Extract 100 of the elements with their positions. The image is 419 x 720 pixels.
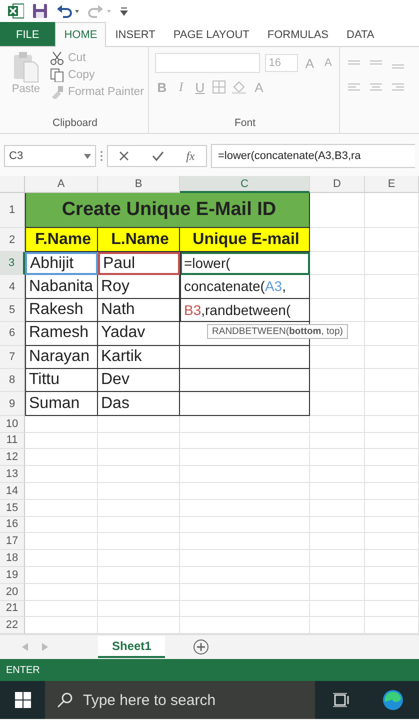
cell-edit-text[interactable]: =lower(	[184, 252, 310, 276]
row-header[interactable]: 7	[0, 346, 25, 369]
table-cell: Abhijit	[25, 252, 98, 276]
empty-cell	[365, 600, 419, 618]
empty-cell	[365, 322, 419, 346]
ribbon-tab[interactable]: FILE	[0, 22, 56, 46]
add-sheet-icon[interactable]	[193, 639, 210, 656]
dropdown-caret-icon[interactable]	[84, 154, 91, 158]
empty-cell	[365, 566, 419, 584]
table-cell: Rakesh	[25, 298, 98, 322]
empty-cell	[310, 466, 365, 483]
row-header[interactable]: 3	[0, 252, 25, 276]
ribbon-tab[interactable]: INSERT	[106, 22, 164, 46]
cell-edit-text[interactable]: concatenate(A3,	[184, 275, 310, 299]
empty-cell	[365, 500, 419, 517]
row-header[interactable]: 12	[0, 449, 25, 466]
column-header[interactable]: C	[180, 176, 310, 193]
row-header[interactable]: 16	[0, 516, 25, 534]
empty-cell	[310, 368, 365, 392]
scissors-icon[interactable]	[50, 51, 64, 65]
row-header[interactable]: 5	[0, 298, 25, 322]
column-header[interactable]: B	[98, 176, 180, 193]
table-cell: Paul	[98, 252, 180, 276]
group-label: Clipboard	[52, 117, 98, 129]
table-cell: Narayan	[25, 346, 98, 369]
row-header[interactable]: 22	[0, 617, 25, 634]
empty-cell	[310, 275, 365, 299]
row-header[interactable]: 21	[0, 600, 25, 618]
insert-function-button[interactable]: fx	[186, 148, 195, 164]
table-cell: Tittu	[25, 368, 98, 392]
windows-start-icon[interactable]	[14, 692, 30, 708]
column-header[interactable]: E	[365, 176, 419, 193]
table-cell: Kartik	[98, 346, 180, 369]
empty-cell	[310, 500, 365, 517]
table-cell: Nath	[98, 298, 180, 322]
row-header[interactable]: 18	[0, 550, 25, 567]
column-header[interactable]: A	[25, 176, 98, 193]
header-cell: F.Name	[25, 228, 98, 252]
taskbar-search-field[interactable]: Type here to search	[45, 681, 315, 720]
undo-icon[interactable]	[56, 4, 80, 18]
empty-cell	[365, 346, 419, 369]
table-cell: Ramesh	[25, 322, 98, 346]
empty-cell	[310, 482, 365, 500]
table-cell: Das	[98, 392, 180, 416]
empty-cell	[310, 600, 365, 618]
empty-cell	[310, 252, 365, 276]
row-header[interactable]: 1	[0, 193, 25, 228]
empty-cell	[365, 432, 419, 450]
font-name-field[interactable]	[155, 53, 260, 73]
empty-cell	[365, 550, 419, 567]
copy-icon[interactable]	[50, 68, 64, 82]
table-cell: Dev	[98, 368, 180, 392]
row-header[interactable]: 17	[0, 533, 25, 550]
empty-cell	[365, 298, 419, 322]
row-header[interactable]: 14	[0, 482, 25, 500]
empty-cell	[310, 550, 365, 567]
row-header[interactable]: 10	[0, 416, 25, 433]
ribbon-tab[interactable]: FORMULAS	[258, 22, 338, 46]
row-header[interactable]: 2	[0, 228, 25, 252]
group-label: Font	[234, 117, 256, 129]
empty-cell	[365, 392, 419, 416]
ribbon-tab[interactable]: DATA	[338, 22, 384, 46]
row-header[interactable]: 19	[0, 566, 25, 584]
customize-menu-icon[interactable]	[120, 6, 128, 16]
task-view-icon[interactable]	[333, 693, 349, 708]
empty-cell	[365, 466, 419, 483]
save-icon[interactable]	[32, 3, 48, 19]
sheet-tab[interactable]: Sheet1	[98, 636, 166, 658]
row-header[interactable]: 11	[0, 432, 25, 450]
row-header[interactable]: 4	[0, 275, 25, 299]
row-header[interactable]: 13	[0, 466, 25, 483]
empty-cell	[365, 416, 419, 433]
status-mode: ENTER	[6, 664, 40, 676]
row-header[interactable]: 8	[0, 368, 25, 392]
ribbon-tab[interactable]: HOME	[55, 22, 106, 47]
header-cell: L.Name	[98, 228, 180, 252]
formula-field[interactable]: =lower(concatenate(A3,B3,ra	[211, 144, 415, 168]
empty-cell	[310, 392, 365, 416]
empty-cell	[365, 449, 419, 466]
table-cell: Yadav	[98, 322, 180, 346]
cancel-icon[interactable]	[119, 151, 130, 161]
empty-cell	[365, 193, 419, 228]
header-cell: Unique E-mail	[180, 228, 310, 252]
check-icon[interactable]	[152, 151, 164, 161]
title-cell: Create Unique E-Mail ID	[25, 193, 310, 228]
table-cell: Roy	[98, 275, 180, 299]
grip-dots-icon	[100, 150, 103, 162]
row-header[interactable]: 20	[0, 584, 25, 600]
empty-cell	[365, 533, 419, 550]
ribbon-tab[interactable]: PAGE LAYOUT	[164, 22, 258, 46]
row-header[interactable]: 6	[0, 322, 25, 346]
empty-cell	[365, 275, 419, 299]
name-box[interactable]: C3	[4, 145, 96, 167]
row-header[interactable]: 9	[0, 392, 25, 416]
column-header[interactable]: D	[310, 176, 365, 193]
spreadsheet-logo-icon	[8, 3, 24, 19]
row-header[interactable]: 15	[0, 500, 25, 517]
browser-icon[interactable]	[382, 689, 404, 712]
cell-edit-text[interactable]: B3,randbetween(	[184, 298, 310, 322]
table-cell: Nabanita	[25, 275, 98, 299]
